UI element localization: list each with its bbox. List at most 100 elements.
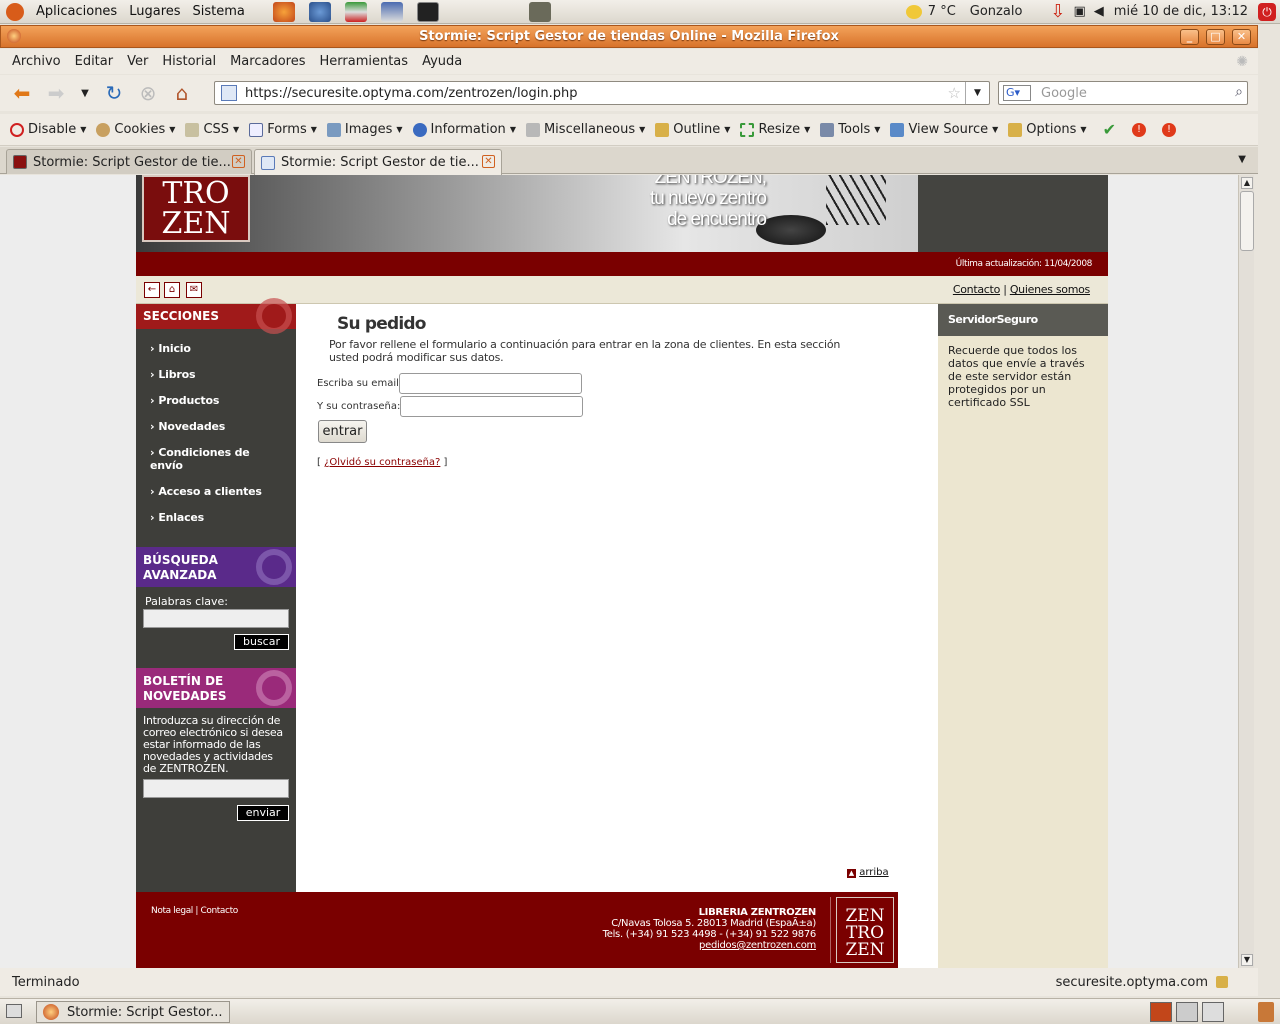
forgot-password-link[interactable]: ¿Olvidó su contraseña?	[324, 457, 440, 468]
tab-2-close-icon[interactable]: ✕	[482, 155, 495, 168]
minimize-button[interactable]: _	[1180, 29, 1199, 45]
footer-email-link[interactable]: pedidos@zentrozen.com	[603, 940, 816, 951]
search-button[interactable]: buscar	[234, 634, 289, 650]
tab-2[interactable]: Stormie: Script Gestor de tie... ✕	[254, 149, 502, 175]
nav-libros[interactable]: Libros	[150, 368, 195, 381]
menu-editar[interactable]: Editar	[75, 54, 114, 69]
thunderbird-launcher-icon[interactable]	[308, 1, 331, 22]
password-input[interactable]	[400, 396, 583, 417]
dev-css-menu[interactable]: CSS ▼	[185, 122, 239, 137]
stop-icon[interactable]: ⊗	[136, 81, 160, 105]
dev-cookies-menu[interactable]: Cookies ▼	[96, 122, 175, 137]
dev-forms-menu[interactable]: Forms ▼	[249, 122, 317, 137]
url-text[interactable]: https://securesite.optyma.com/zentrozen/…	[245, 86, 577, 101]
volume-icon[interactable]: ◀	[1094, 4, 1104, 19]
calculator-launcher-icon[interactable]	[528, 1, 551, 22]
menu-archivo[interactable]: Archivo	[12, 54, 61, 69]
spreadsheet-launcher-icon[interactable]	[344, 1, 367, 22]
vertical-scrollbar[interactable]: ▲ ▼	[1238, 175, 1254, 968]
task-label[interactable]: Stormie: Script Gestor...	[67, 1005, 223, 1020]
update-notifier-icon[interactable]: ⇩	[1050, 1, 1065, 22]
close-window-button[interactable]: ✕	[1232, 29, 1251, 45]
menu-herramientas[interactable]: Herramientas	[320, 54, 409, 69]
menu-ayuda[interactable]: Ayuda	[422, 54, 462, 69]
menu-historial[interactable]: Historial	[162, 54, 216, 69]
dev-resize-menu[interactable]: Resize ▼	[740, 122, 810, 137]
search-bar[interactable]: G▾ Google ⌕	[998, 81, 1248, 105]
google-engine-icon[interactable]: G▾	[1003, 85, 1031, 101]
url-dropdown-icon[interactable]: ▼	[965, 82, 989, 104]
nav-acceso-clientes[interactable]: Acceso a clientes	[150, 485, 262, 498]
home-icon[interactable]: ⌂	[170, 81, 194, 105]
contact-link[interactable]: Contacto	[953, 283, 1000, 296]
dev-options-menu[interactable]: Options ▼	[1008, 122, 1087, 137]
keywords-input[interactable]	[143, 609, 289, 628]
dev-outline-menu[interactable]: Outline ▼	[655, 122, 730, 137]
tab-1[interactable]: Stormie: Script Gestor de tie... ✕	[6, 149, 252, 174]
css-valid-check-icon[interactable]: ✔	[1103, 120, 1116, 139]
dev-view-source-menu[interactable]: View Source ▼	[890, 122, 998, 137]
url-bar[interactable]: https://securesite.optyma.com/zentrozen/…	[214, 81, 990, 105]
dev-images-menu[interactable]: Images ▼	[326, 122, 403, 137]
weather-icon[interactable]	[905, 4, 922, 19]
weather-temp[interactable]: 7 °C	[928, 4, 956, 19]
js-error-icon[interactable]: !	[1161, 122, 1176, 137]
back-to-top[interactable]: ▲ arriba	[847, 867, 889, 878]
ubuntu-logo-icon[interactable]	[6, 2, 24, 21]
nav-productos[interactable]: Productos	[150, 394, 219, 407]
legal-link[interactable]: Nota legal	[151, 906, 193, 916]
back-icon[interactable]: ←	[144, 282, 160, 298]
workspace-2[interactable]	[1176, 1002, 1198, 1022]
tab-list-dropdown-icon[interactable]: ▼	[1238, 154, 1246, 165]
editor-launcher-icon[interactable]	[380, 1, 403, 22]
menu-ver[interactable]: Ver	[127, 54, 148, 69]
menu-sistema[interactable]: Sistema	[193, 4, 245, 19]
network-icon[interactable]: ▣	[1074, 4, 1086, 19]
show-desktop-icon[interactable]	[6, 1004, 22, 1018]
bookmark-star-icon[interactable]: ☆	[948, 84, 961, 102]
nav-enlaces[interactable]: Enlaces	[150, 511, 204, 524]
workspace-1[interactable]	[1150, 1002, 1172, 1022]
site-identity-icon[interactable]	[221, 85, 237, 101]
trash-icon[interactable]	[1258, 1002, 1274, 1022]
clock[interactable]: mié 10 de dic, 13:12	[1114, 4, 1248, 19]
home-icon[interactable]: ⌂	[164, 282, 180, 298]
tab-1-close-icon[interactable]: ✕	[232, 155, 245, 168]
search-icon[interactable]: ⌕	[1235, 84, 1243, 100]
dev-disable-menu[interactable]: Disable ▼	[10, 122, 86, 137]
nav-condiciones-envio[interactable]: Condiciones de envío	[150, 446, 260, 472]
footer-contact-link[interactable]: Contacto	[200, 906, 238, 916]
maximize-button[interactable]: □	[1206, 29, 1225, 45]
workspace-3[interactable]	[1202, 1002, 1224, 1022]
firefox-launcher-icon[interactable]	[272, 1, 295, 22]
menu-marcadores[interactable]: Marcadores	[230, 54, 305, 69]
dev-tools-menu[interactable]: Tools ▼	[820, 122, 880, 137]
login-submit-button[interactable]: entrar	[318, 420, 367, 443]
reload-icon[interactable]: ↻	[102, 81, 126, 105]
forward-arrow-icon[interactable]: ➡	[44, 81, 68, 105]
scroll-up-icon[interactable]: ▲	[1241, 177, 1253, 189]
nav-inicio[interactable]: Inicio	[150, 342, 191, 355]
menu-aplicaciones[interactable]: Aplicaciones	[36, 4, 117, 19]
tab-1-label[interactable]: Stormie: Script Gestor de tie...	[33, 155, 231, 170]
history-dropdown-icon[interactable]: ▼	[78, 81, 92, 105]
firefox-task-button[interactable]: Stormie: Script Gestor...	[36, 1001, 230, 1023]
newsletter-email-input[interactable]	[143, 779, 289, 798]
menu-lugares[interactable]: Lugares	[129, 4, 180, 19]
back-to-top-label[interactable]: arriba	[859, 867, 888, 878]
html-error-icon[interactable]: !	[1131, 122, 1146, 137]
scroll-down-icon[interactable]: ▼	[1241, 954, 1253, 966]
user-name[interactable]: Gonzalo	[970, 4, 1023, 19]
terminal-launcher-icon[interactable]	[416, 1, 439, 22]
lock-icon[interactable]	[1216, 976, 1228, 988]
shutdown-icon[interactable]: ⏻	[1258, 2, 1276, 21]
nav-novedades[interactable]: Novedades	[150, 420, 225, 433]
about-link[interactable]: Quienes somos	[1010, 283, 1090, 296]
dev-information-menu[interactable]: Information ▼	[412, 122, 516, 137]
newsletter-submit-button[interactable]: enviar	[237, 805, 289, 821]
email-input[interactable]	[399, 373, 582, 394]
back-arrow-icon[interactable]: ⬅	[10, 81, 34, 105]
scroll-thumb[interactable]	[1240, 191, 1254, 251]
tab-2-label[interactable]: Stormie: Script Gestor de tie...	[281, 155, 479, 170]
site-logo[interactable]: TRO ZEN	[142, 175, 250, 242]
